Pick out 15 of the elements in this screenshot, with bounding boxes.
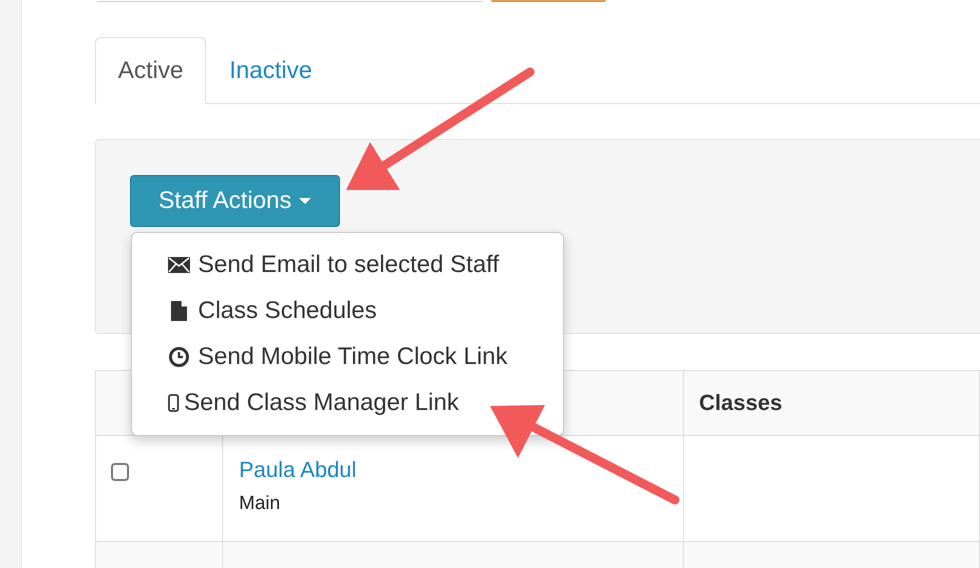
staff-name-link[interactable]: Paula Abdul bbox=[239, 457, 356, 483]
tab[interactable]: Inactive bbox=[206, 37, 336, 104]
caret-icon bbox=[299, 198, 312, 204]
document-icon bbox=[171, 301, 187, 321]
clock-icon bbox=[169, 347, 189, 367]
row-checkbox[interactable] bbox=[111, 463, 129, 481]
menu-item[interactable]: Send Email to selected Staff bbox=[132, 245, 563, 285]
envelope-icon bbox=[168, 257, 190, 273]
menu-item[interactable]: Class Schedules bbox=[132, 291, 563, 331]
menu-item[interactable]: Send Class Manager Link bbox=[132, 383, 563, 423]
menu-item[interactable]: Send Mobile Time Clock Link bbox=[132, 337, 563, 377]
location-text: Main bbox=[239, 493, 282, 515]
tab[interactable]: Active bbox=[95, 37, 206, 104]
mobile-phone-icon bbox=[168, 394, 179, 412]
column-header: Classes bbox=[684, 370, 980, 436]
